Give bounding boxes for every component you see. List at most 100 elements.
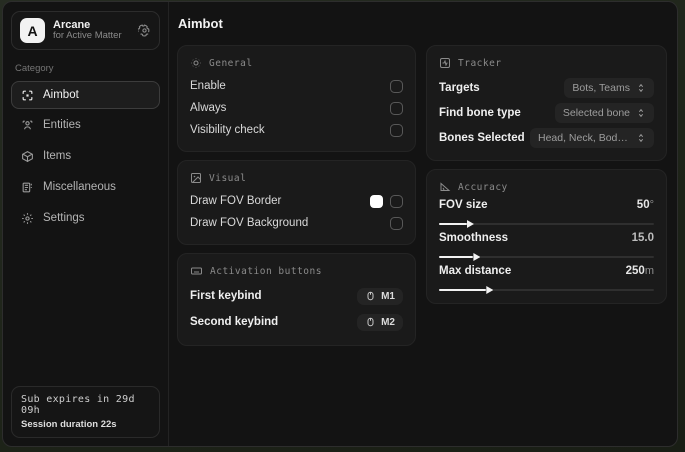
visual-card: Visual Draw FOV Border Draw FOV Backgrou… <box>177 160 416 245</box>
card-title: Visual <box>209 172 247 184</box>
toggle-row-fov-border: Draw FOV Border <box>190 190 403 212</box>
slider-row-max-distance: Max distance 250 m <box>439 265 654 294</box>
slider-thumb[interactable] <box>466 220 474 228</box>
fov-border-color-swatch[interactable] <box>370 194 383 208</box>
row-label: Draw FOV Border <box>190 195 282 207</box>
row-label: Max distance <box>439 265 512 277</box>
main-content: Aimbot General Enable Always Visibility … <box>169 2 677 446</box>
sidebar-nav: Aimbot Entities Items Miscellaneous Sett… <box>11 81 160 233</box>
brand-text: Arcane for Active Matter <box>53 19 130 43</box>
row-label: FOV size <box>439 199 488 211</box>
row-label: Enable <box>190 80 226 92</box>
tracker-box-icon <box>439 57 451 69</box>
unfold-arrows-icon <box>636 108 646 118</box>
row-label: Draw FOV Background <box>190 217 309 229</box>
visibility-check-checkbox[interactable] <box>390 123 403 137</box>
arcane-menu-window: A Arcane for Active Matter Category Aimb… <box>2 1 678 447</box>
row-label: Second keybind <box>190 316 279 328</box>
left-column: General Enable Always Visibility check V… <box>177 45 416 346</box>
dropdown-value: Head, Neck, Body, Pe… <box>538 131 630 144</box>
slider-unit: m <box>644 265 654 277</box>
category-label: Category <box>15 63 54 74</box>
keyboard-icon <box>190 265 203 277</box>
keybind-value: M1 <box>381 290 395 302</box>
toggle-row-visibility-check: Visibility check <box>190 119 403 141</box>
slider-fill <box>439 289 487 291</box>
bones-selected-dropdown[interactable]: Head, Neck, Body, Pe… <box>530 127 654 148</box>
mouse-icon <box>365 317 376 327</box>
fov-background-checkbox[interactable] <box>390 216 403 230</box>
slider-value: 250 <box>625 265 645 277</box>
card-title: Accuracy <box>458 181 508 193</box>
slider-unit: ° <box>649 199 654 211</box>
fov-border-checkbox[interactable] <box>390 194 403 208</box>
sidebar-item-entities[interactable]: Entities <box>11 111 160 139</box>
gear-icon[interactable] <box>138 24 151 37</box>
page-title: Aimbot <box>178 16 223 31</box>
keybind-row-second: Second keybind M2 <box>190 309 403 335</box>
first-keybind-button[interactable]: M1 <box>357 287 403 305</box>
slider-fill <box>439 256 474 258</box>
targets-dropdown[interactable]: Bots, Teams <box>564 77 654 98</box>
activation-buttons-card: Activation buttons First keybind M1 Seco… <box>177 253 416 346</box>
sidebar-item-miscellaneous[interactable]: Miscellaneous <box>11 173 160 201</box>
accuracy-card: Accuracy FOV size 50 ° Smoothness 15.0 M… <box>426 169 667 304</box>
row-label: Always <box>190 102 227 114</box>
slider-row-smoothness: Smoothness 15.0 <box>439 232 654 261</box>
select-row-targets: Targets Bots, Teams <box>439 75 654 100</box>
sidebar-item-settings[interactable]: Settings <box>11 204 160 232</box>
card-title: Activation buttons <box>210 265 322 277</box>
keybind-row-first: First keybind M1 <box>190 283 403 309</box>
sun-adjust-icon <box>190 57 202 69</box>
fov-size-slider[interactable] <box>439 220 654 228</box>
row-label: Visibility check <box>190 124 265 136</box>
cube-icon <box>20 150 34 163</box>
always-checkbox[interactable] <box>390 101 403 115</box>
game-background: A Arcane for Active Matter Category Aimb… <box>0 0 685 452</box>
card-title: General <box>209 57 253 69</box>
session-duration-text: Session duration 22s <box>21 419 117 430</box>
subscription-card: Sub expires in 29d 09h Session duration … <box>11 386 160 438</box>
sidebar-item-items[interactable]: Items <box>11 142 160 170</box>
row-label: Targets <box>439 81 480 94</box>
unfold-arrows-icon <box>636 83 646 93</box>
toggle-row-always: Always <box>190 97 403 119</box>
slider-value: 15.0 <box>631 232 654 244</box>
mouse-icon <box>365 291 376 301</box>
find-bone-type-dropdown[interactable]: Selected bone <box>554 102 654 123</box>
brand-card: A Arcane for Active Matter <box>11 11 160 50</box>
image-icon <box>190 172 202 184</box>
slider-row-fov-size: FOV size 50 ° <box>439 199 654 228</box>
sidebar-item-label: Miscellaneous <box>43 181 116 193</box>
toggle-row-fov-background: Draw FOV Background <box>190 212 403 234</box>
angle-icon <box>439 181 451 193</box>
list-panel-icon <box>20 181 34 194</box>
general-card: General Enable Always Visibility check <box>177 45 416 152</box>
brand-subtitle: for Active Matter <box>53 30 122 42</box>
scan-crosshair-icon <box>20 89 34 102</box>
sidebar-item-label: Entities <box>43 119 81 131</box>
brand-avatar: A <box>20 18 45 43</box>
gear-icon <box>20 212 34 225</box>
slider-fill <box>439 223 467 225</box>
smoothness-slider[interactable] <box>439 253 654 261</box>
row-label: Find bone type <box>439 106 521 119</box>
max-distance-slider[interactable] <box>439 286 654 294</box>
select-row-find-bone-type: Find bone type Selected bone <box>439 100 654 125</box>
second-keybind-button[interactable]: M2 <box>357 313 403 331</box>
slider-thumb[interactable] <box>486 286 494 294</box>
sidebar-item-aimbot[interactable]: Aimbot <box>11 81 160 109</box>
sidebar-item-label: Settings <box>43 212 85 224</box>
toggle-row-enable: Enable <box>190 75 403 97</box>
dropdown-value: Selected bone <box>562 106 630 119</box>
slider-value: 50 <box>636 199 650 211</box>
sub-expiry-text: Sub expires in 29d 09h <box>21 394 135 416</box>
sidebar-item-label: Items <box>43 150 72 162</box>
dropdown-value: Bots, Teams <box>572 81 630 94</box>
enable-checkbox[interactable] <box>390 79 403 93</box>
slider-thumb[interactable] <box>473 253 481 261</box>
select-row-bones-selected: Bones Selected Head, Neck, Body, Pe… <box>439 125 654 150</box>
row-label: First keybind <box>190 290 262 302</box>
keybind-value: M2 <box>381 316 395 328</box>
